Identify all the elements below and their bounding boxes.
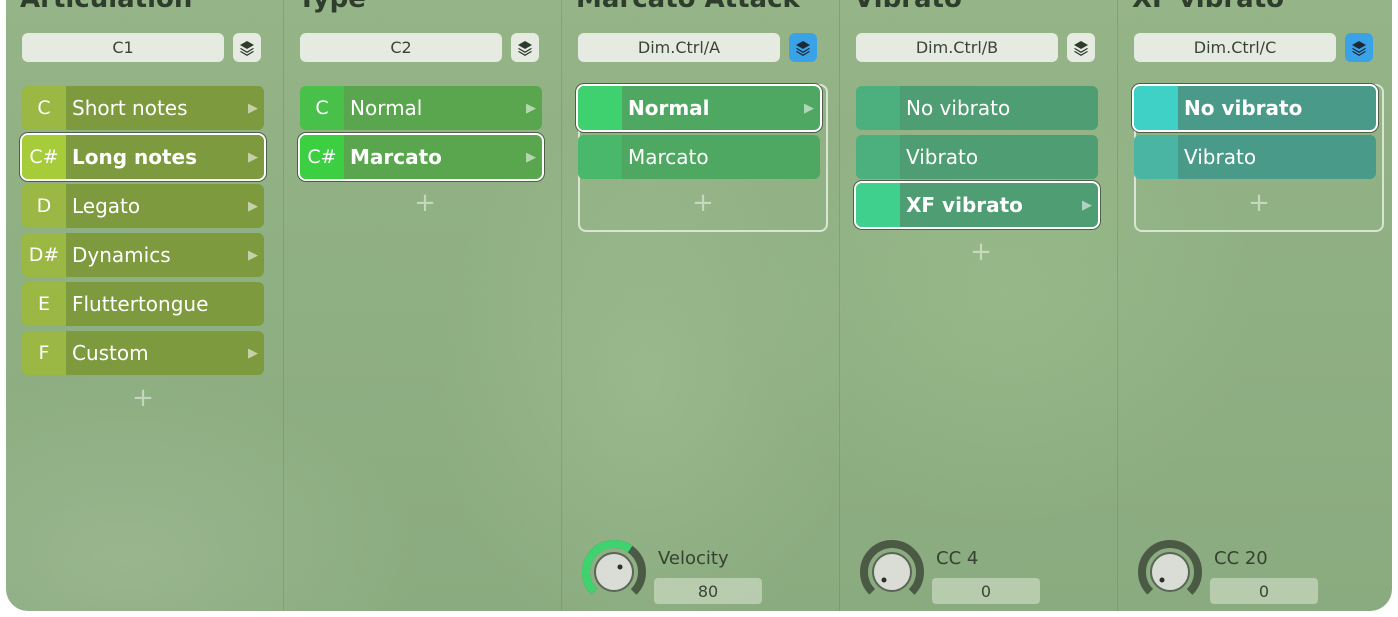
app-window: Articulation C1 C Short notes ▶ C# Long … xyxy=(6,0,1392,611)
layers-button[interactable] xyxy=(511,33,539,62)
chevron-right-icon: ▶ xyxy=(804,100,814,116)
item-label: Legato xyxy=(72,194,141,218)
column-title: Type xyxy=(298,0,366,14)
item-label: Dynamics xyxy=(72,243,171,267)
color-swatch xyxy=(578,135,622,179)
key-label: D# xyxy=(22,233,66,277)
list-item[interactable]: Vibrato xyxy=(856,135,1098,179)
key-label: C# xyxy=(22,135,66,179)
list-item-selected[interactable]: Normal ▶ xyxy=(578,86,820,130)
key-label: E xyxy=(22,282,66,326)
item-label: No vibrato xyxy=(906,96,1011,120)
knob-value-field[interactable]: 0 xyxy=(932,578,1040,604)
layers-icon xyxy=(518,40,532,56)
item-label: Long notes xyxy=(72,145,198,169)
add-item-button[interactable]: + xyxy=(128,383,158,413)
knob-label: CC 4 xyxy=(936,548,979,569)
layers-icon xyxy=(1074,40,1088,56)
knob-value-field[interactable]: 0 xyxy=(1210,578,1318,604)
list-item-selected[interactable]: No vibrato xyxy=(1134,86,1376,130)
knob-label: CC 20 xyxy=(1214,548,1268,569)
knob-value-field[interactable]: 80 xyxy=(654,578,762,604)
column-xf-vibrato: XF vibrato Dim.Ctrl/C No vibrato Vibrato… xyxy=(1118,0,1392,611)
chevron-right-icon: ▶ xyxy=(526,100,536,116)
chevron-right-icon: ▶ xyxy=(248,345,258,361)
selector-field[interactable]: C1 xyxy=(22,33,224,62)
list-item-selected[interactable]: C# Long notes ▶ xyxy=(22,135,264,179)
color-swatch xyxy=(578,86,622,130)
list-item[interactable]: E Fluttertongue xyxy=(22,282,264,326)
column-articulation: Articulation C1 C Short notes ▶ C# Long … xyxy=(6,0,284,611)
color-swatch xyxy=(856,183,900,227)
item-label: Custom xyxy=(72,341,149,365)
color-swatch xyxy=(856,135,900,179)
column-title: XF vibrato xyxy=(1132,0,1284,14)
key-label: C# xyxy=(300,135,344,179)
list-item[interactable]: D# Dynamics ▶ xyxy=(22,233,264,277)
layers-icon xyxy=(796,40,810,56)
color-swatch xyxy=(856,86,900,130)
key-label: C xyxy=(300,86,344,130)
chevron-right-icon: ▶ xyxy=(248,247,258,263)
item-label: Normal xyxy=(628,96,710,120)
column-title: Articulation xyxy=(20,0,192,14)
chevron-right-icon: ▶ xyxy=(248,100,258,116)
item-label: Marcato xyxy=(628,145,709,169)
layers-button[interactable] xyxy=(1345,33,1373,62)
item-label: Short notes xyxy=(72,96,188,120)
key-label: C xyxy=(22,86,66,130)
key-label: F xyxy=(22,331,66,375)
column-type: Type C2 C Normal ▶ C# Marcato ▶ + xyxy=(284,0,562,611)
item-label: Vibrato xyxy=(1184,145,1257,169)
cc20-knob[interactable] xyxy=(1138,540,1202,604)
selector-field[interactable]: C2 xyxy=(300,33,502,62)
chevron-right-icon: ▶ xyxy=(1082,197,1092,213)
list-item[interactable]: Marcato xyxy=(578,135,820,179)
cc4-knob[interactable] xyxy=(860,540,924,604)
item-label: Normal xyxy=(350,96,423,120)
chevron-right-icon: ▶ xyxy=(248,149,258,165)
layers-button[interactable] xyxy=(789,33,817,62)
item-label: No vibrato xyxy=(1184,96,1303,120)
selector-field[interactable]: Dim.Ctrl/A xyxy=(578,33,780,62)
add-item-button[interactable]: + xyxy=(966,237,996,267)
add-item-button[interactable]: + xyxy=(1244,188,1274,218)
key-label: D xyxy=(22,184,66,228)
item-label: Vibrato xyxy=(906,145,979,169)
item-label: Marcato xyxy=(350,145,442,169)
layers-button[interactable] xyxy=(1067,33,1095,62)
chevron-right-icon: ▶ xyxy=(248,198,258,214)
list-item-selected[interactable]: XF vibrato ▶ xyxy=(856,183,1098,227)
column-title: Marcato Attack xyxy=(576,0,800,14)
item-label: XF vibrato xyxy=(906,193,1023,217)
column-marcato-attack: Marcato Attack Dim.Ctrl/A Normal ▶ Marca… xyxy=(562,0,840,611)
list-item[interactable]: C Short notes ▶ xyxy=(22,86,264,130)
velocity-knob[interactable] xyxy=(582,540,646,604)
column-title: Vibrato xyxy=(854,0,962,14)
list-item-selected[interactable]: C# Marcato ▶ xyxy=(300,135,542,179)
selector-field[interactable]: Dim.Ctrl/C xyxy=(1134,33,1336,62)
column-vibrato: Vibrato Dim.Ctrl/B No vibrato Vibrato XF… xyxy=(840,0,1118,611)
list-item[interactable]: D Legato ▶ xyxy=(22,184,264,228)
item-label: Fluttertongue xyxy=(72,292,209,316)
chevron-right-icon: ▶ xyxy=(526,149,536,165)
add-item-button[interactable]: + xyxy=(688,188,718,218)
color-swatch xyxy=(1134,135,1178,179)
list-item[interactable]: F Custom ▶ xyxy=(22,331,264,375)
list-item[interactable]: No vibrato xyxy=(856,86,1098,130)
layers-icon xyxy=(1352,40,1366,56)
list-item[interactable]: Vibrato xyxy=(1134,135,1376,179)
layers-icon xyxy=(240,40,254,56)
add-item-button[interactable]: + xyxy=(410,188,440,218)
list-item[interactable]: C Normal ▶ xyxy=(300,86,542,130)
selector-field[interactable]: Dim.Ctrl/B xyxy=(856,33,1058,62)
layers-button[interactable] xyxy=(233,33,261,62)
color-swatch xyxy=(1134,86,1178,130)
knob-label: Velocity xyxy=(658,548,729,569)
